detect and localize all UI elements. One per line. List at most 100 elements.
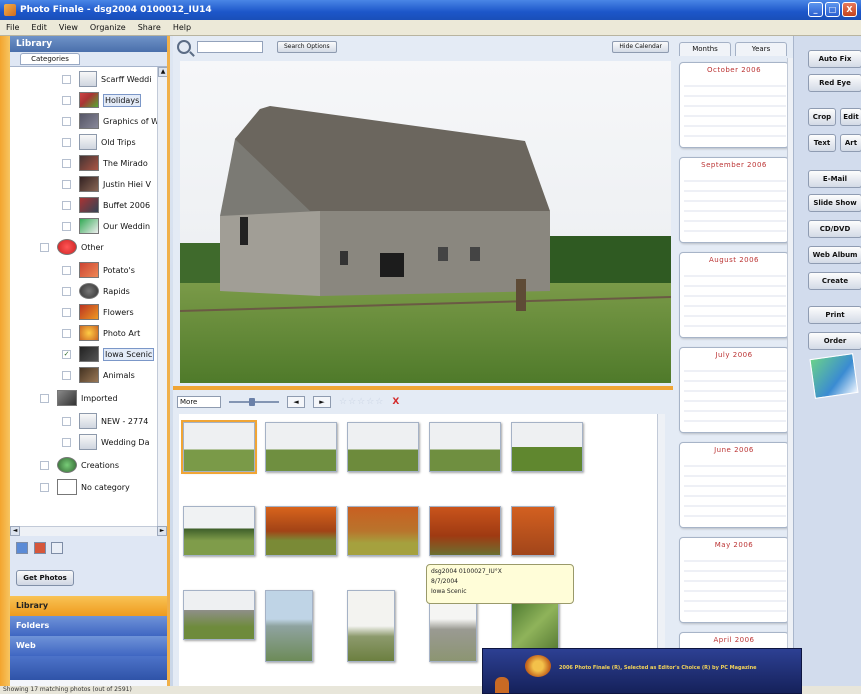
thumbnail[interactable] [511,506,555,556]
thumbnail[interactable] [265,506,337,556]
tree-item-justin[interactable]: Justin Hiei V [62,174,151,194]
tree-scrollbar[interactable]: ▲ [157,67,167,526]
cd-dvd-button[interactable]: CD/DVD [808,220,861,238]
calendar-month[interactable]: October 2006 [679,62,789,148]
order-button[interactable]: Order [808,332,861,350]
hide-calendar-button[interactable]: Hide Calendar [612,41,669,53]
menu-help[interactable]: Help [173,23,191,32]
web-album-button[interactable]: Web Album [808,246,861,264]
tab-months[interactable]: Months [679,42,731,56]
checkbox[interactable] [62,437,71,447]
checkbox[interactable] [62,307,71,317]
photo-viewer[interactable] [180,61,671,383]
thumbnail[interactable] [347,506,419,556]
art-button[interactable]: Art [840,134,861,152]
tree-item-wedding-day[interactable]: Wedding Da [62,432,150,452]
thumbnail[interactable] [429,422,501,472]
checkbox[interactable] [62,179,71,189]
text-button[interactable]: Text [808,134,836,152]
checkbox[interactable] [40,482,49,492]
checkbox[interactable] [40,393,49,403]
thumbnail[interactable] [265,590,313,662]
tree-item-iowa-scenic[interactable]: ✓ Iowa Scenic [62,344,155,364]
checkbox[interactable] [62,416,71,426]
menu-edit[interactable]: Edit [31,23,47,32]
tree-item-potatos[interactable]: Potato's [62,260,135,280]
calendar-month[interactable]: June 2006 [679,442,789,528]
checkbox[interactable] [62,265,71,275]
size-select[interactable]: More [177,396,221,408]
tree-item-no-category[interactable]: No category [40,477,130,497]
add-category-icon[interactable] [16,542,28,554]
checkbox-checked[interactable]: ✓ [62,349,71,359]
thumbnail[interactable] [347,422,419,472]
auto-fix-button[interactable]: Auto Fix [808,50,861,68]
checkbox[interactable] [40,242,49,252]
thumbnail[interactable] [511,422,583,472]
rating-stars[interactable]: ☆☆☆☆☆ [339,397,384,407]
checkbox[interactable] [62,221,71,231]
slide-show-button[interactable]: Slide Show [808,194,861,212]
tree-item-graphics[interactable]: Graphics of W [62,111,159,131]
thumbnail[interactable] [183,590,255,640]
tree-item-other[interactable]: Other [40,237,104,257]
tree-item-rapids[interactable]: Rapids [62,281,130,301]
next-button[interactable]: ► [313,396,331,408]
checkbox[interactable] [62,158,71,168]
calendar-month[interactable]: May 2006 [679,537,789,623]
checkbox[interactable] [62,95,71,105]
grid-scrollbar[interactable] [657,414,665,686]
tree-item-animals[interactable]: Animals [62,365,135,385]
checkbox[interactable] [62,328,71,338]
maximize-button[interactable]: □ [825,2,840,17]
scroll-left-icon[interactable]: ◄ [10,526,20,536]
minimize-button[interactable]: _ [808,2,823,17]
create-button[interactable]: Create [808,272,861,290]
delete-icon[interactable]: X [392,397,399,407]
delete-category-icon[interactable] [51,542,64,554]
checkbox[interactable] [62,200,71,210]
search-options-button[interactable]: Search Options [277,41,337,53]
tab-years[interactable]: Years [735,42,787,56]
calendar-month[interactable]: September 2006 [679,157,789,243]
thumbnail[interactable] [183,506,255,556]
tree-item-holidays[interactable]: Holidays [62,90,142,110]
get-photos-button[interactable]: Get Photos [16,570,74,586]
tree-item-imported[interactable]: Imported [40,388,118,408]
tree-item-new-2774[interactable]: NEW - 2774 [62,411,148,431]
viewer-divider[interactable] [173,386,673,390]
tree-item-photo-art[interactable]: Photo Art [62,323,140,343]
tree-item-old-trips[interactable]: Old Trips [62,132,136,152]
menu-organize[interactable]: Organize [90,23,126,32]
edit-category-icon[interactable] [33,542,46,554]
slider-knob[interactable] [249,398,255,406]
tab-folders[interactable]: Folders [10,616,167,636]
tab-web[interactable]: Web [10,636,167,656]
tree-horizontal-scrollbar[interactable]: ◄ ► [10,526,167,536]
prev-button[interactable]: ◄ [287,396,305,408]
edit-button[interactable]: Edit [840,108,861,126]
tab-library[interactable]: Library [10,596,167,616]
checkbox[interactable] [40,460,49,470]
calendar-month[interactable]: August 2006 [679,252,789,338]
tree-item-creations[interactable]: Creations [40,455,119,475]
red-eye-button[interactable]: Red Eye [808,74,861,92]
menu-share[interactable]: Share [138,23,161,32]
email-button[interactable]: E-Mail [808,170,861,188]
categories-tab[interactable]: Categories [20,53,80,65]
thumbnail[interactable] [347,590,395,662]
zoom-slider[interactable] [229,398,279,406]
print-button[interactable]: Print [808,306,861,324]
tree-item-our-wedding[interactable]: Our Weddin [62,216,150,236]
calendar-month[interactable]: July 2006 [679,347,789,433]
close-button[interactable]: X [842,2,857,17]
tree-item-mirado[interactable]: The Mirado [62,153,148,173]
tree-item-buffet[interactable]: Buffet 2006 [62,195,150,215]
crop-button[interactable]: Crop [808,108,836,126]
thumbnail[interactable] [265,422,337,472]
scroll-right-icon[interactable]: ► [157,526,167,536]
checkbox[interactable] [62,74,71,84]
thumbnail[interactable] [181,420,257,474]
checkbox[interactable] [62,137,71,147]
tree-item-flowers[interactable]: Flowers [62,302,134,322]
